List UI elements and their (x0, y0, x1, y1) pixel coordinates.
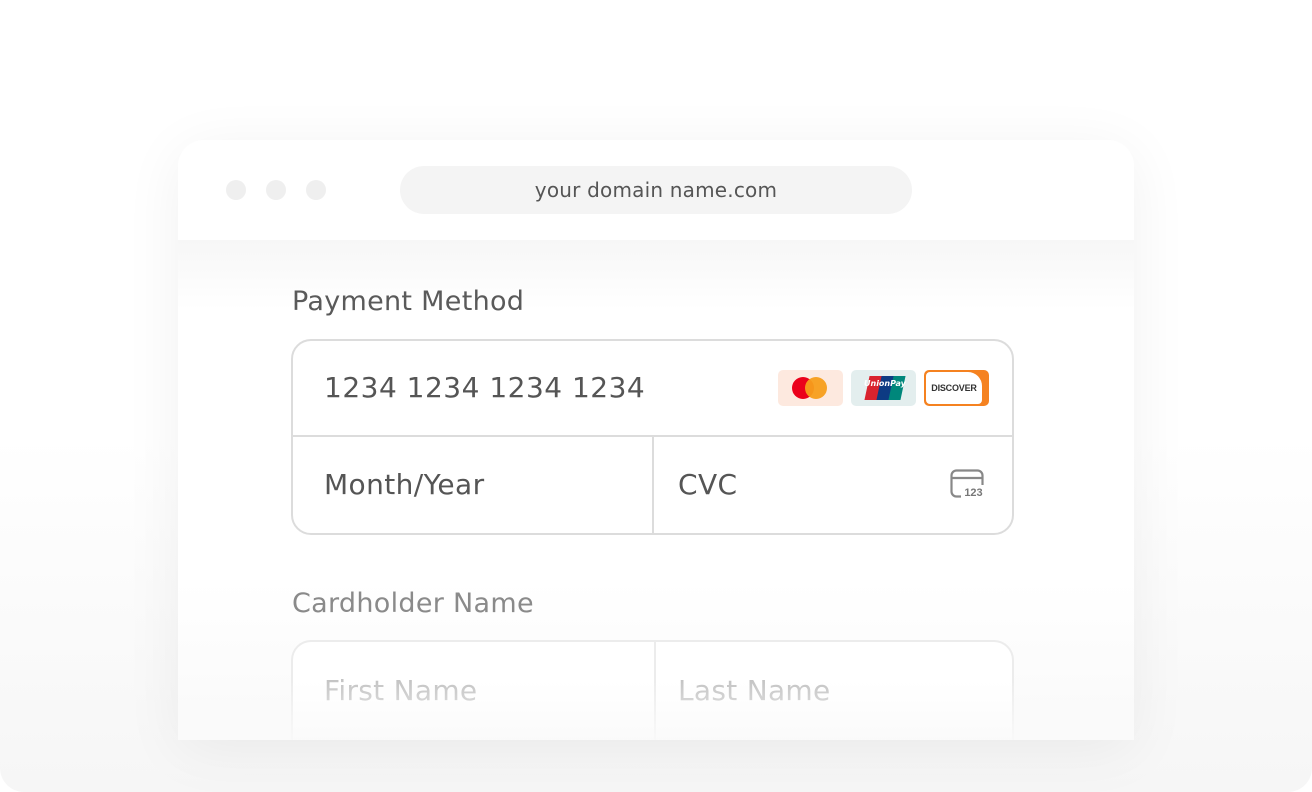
cvc-field[interactable]: CVC 123 (654, 437, 1012, 533)
expiry-placeholder: Month/Year (324, 468, 485, 501)
browser-titlebar: your domain name.com (178, 140, 1134, 240)
discover-logo-text: DISCOVER (926, 372, 982, 404)
window-dot-close[interactable] (226, 180, 246, 200)
mastercard-logo (778, 370, 843, 406)
card-details-box: 1234 1234 1234 1234 UnionPay DISCOVER Mo… (291, 339, 1014, 535)
cvc-icon-text: 123 (964, 487, 982, 499)
cardholder-name-title: Cardholder Name (292, 588, 534, 619)
payment-method-title: Payment Method (292, 286, 525, 317)
window-dot-minimize[interactable] (266, 180, 286, 200)
address-bar[interactable]: your domain name.com (400, 166, 912, 214)
window-dot-maximize[interactable] (306, 180, 326, 200)
payment-form: Payment Method 1234 1234 1234 1234 Union… (178, 240, 1134, 740)
unionpay-logo-text: UnionPay (864, 379, 906, 388)
card-brand-logos: UnionPay DISCOVER (778, 370, 989, 406)
browser-window: your domain name.com Payment Method 1234… (178, 140, 1134, 740)
card-expiry-cvc-row: Month/Year CVC 123 (293, 437, 1012, 533)
address-bar-url: your domain name.com (534, 178, 778, 202)
cvc-card-icon: 123 (950, 469, 986, 499)
card-number-placeholder: 1234 1234 1234 1234 (324, 371, 646, 404)
unionpay-logo: UnionPay (851, 370, 916, 406)
cvc-placeholder: CVC (678, 468, 738, 501)
page-background: your domain name.com Payment Method 1234… (0, 0, 1312, 792)
discover-logo: DISCOVER (924, 370, 989, 406)
expiry-field[interactable]: Month/Year (293, 437, 654, 533)
bottom-fade (178, 680, 1134, 740)
card-number-field[interactable]: 1234 1234 1234 1234 UnionPay DISCOVER (293, 341, 1012, 437)
